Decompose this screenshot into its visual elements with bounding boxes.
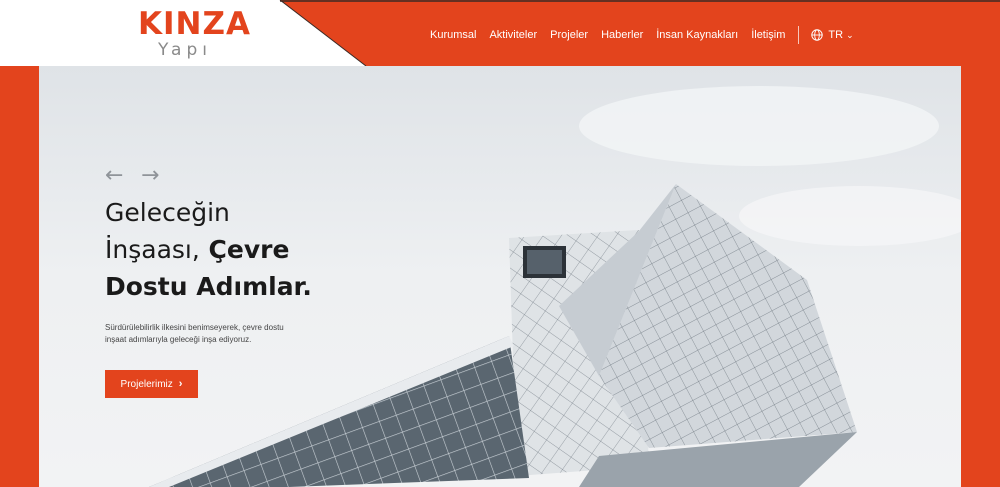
nav-item-iletisim[interactable]: İletişim <box>751 29 785 41</box>
hero-section: ← → Geleceğin İnşaası, Çevre Dostu Adıml… <box>39 66 961 487</box>
chevron-right-icon: › <box>178 378 183 390</box>
language-selector[interactable]: TR ⌄ <box>811 29 854 41</box>
brand-subtitle: Yapı <box>158 40 212 60</box>
main-nav: Kurumsal Aktiviteler Projeler Haberler İ… <box>430 24 854 46</box>
nav-item-aktiviteler[interactable]: Aktiviteler <box>489 29 537 41</box>
nav-item-kurumsal[interactable]: Kurumsal <box>430 29 476 41</box>
nav-divider <box>798 26 800 44</box>
headline-line-2-light: İnşaası, <box>105 235 200 264</box>
headline-line-3: Dostu Adımlar. <box>105 272 312 301</box>
projects-button[interactable]: Projelerimiz › <box>105 370 198 398</box>
headline-line-2-bold: Çevre <box>208 235 290 264</box>
description-line-1: Sürdürülebilirlik ilkesini benimseyerek,… <box>105 323 284 332</box>
arrow-right-icon[interactable]: → <box>141 165 167 187</box>
chevron-down-icon: ⌄ <box>846 29 854 40</box>
site-header: KINZA Yapı Kurumsal Aktiviteler Projeler… <box>0 0 1000 66</box>
hero-headline: Geleceğin İnşaası, Çevre Dostu Adımlar. <box>105 194 365 305</box>
globe-icon <box>811 29 824 41</box>
language-label: TR <box>828 29 844 41</box>
brand-name: KINZA <box>138 6 251 42</box>
hero-description: Sürdürülebilirlik ilkesini benimseyerek,… <box>105 322 325 346</box>
projects-button-label: Projelerimiz <box>120 378 173 390</box>
nav-item-haberler[interactable]: Haberler <box>601 29 643 41</box>
headline-line-1: Geleceğin <box>105 198 230 227</box>
nav-item-insan-kaynaklari[interactable]: İnsan Kaynakları <box>656 29 738 41</box>
brand-logo[interactable]: KINZA Yapı <box>110 4 270 62</box>
arrow-left-icon[interactable]: ← <box>105 165 131 187</box>
description-line-2: inşaat adımlarıyla geleceği inşa ediyoru… <box>105 335 252 344</box>
nav-item-projeler[interactable]: Projeler <box>550 29 588 41</box>
slider-arrows: ← → <box>105 165 177 187</box>
